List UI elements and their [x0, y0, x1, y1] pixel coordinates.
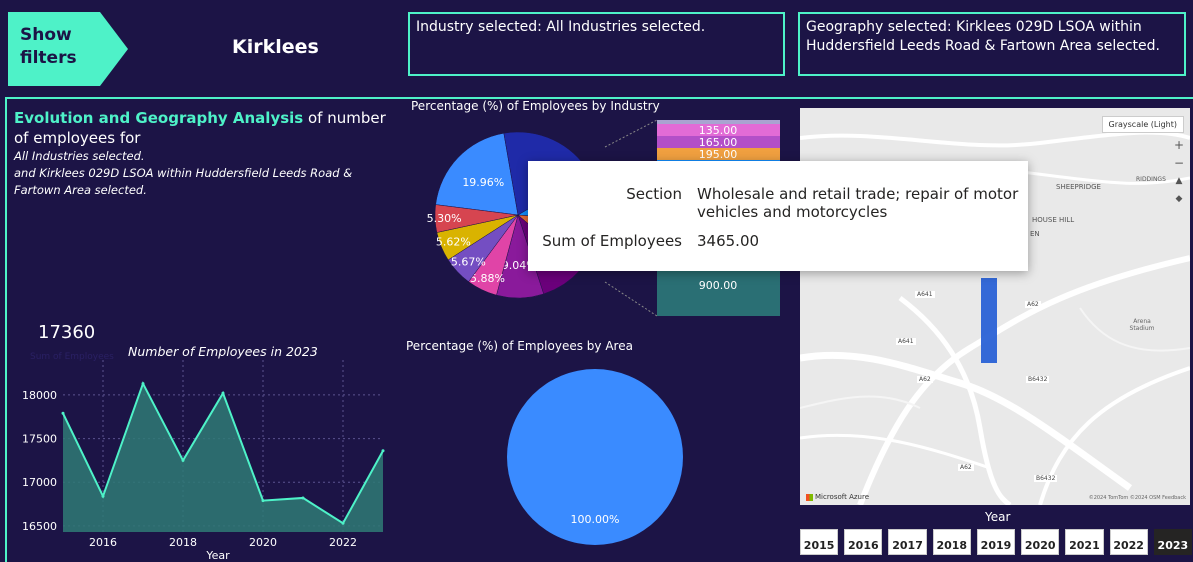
year-button-2021[interactable]: 2021 — [1065, 529, 1104, 555]
analysis-industry-line: All Industries selected. — [14, 149, 145, 163]
data-point — [61, 411, 65, 415]
year-slicer: 2015 2016 2017 2018 2019 2020 2021 2022 2023 — [800, 529, 1192, 555]
map-attribution: Microsoft Azure — [815, 493, 870, 501]
kpi-value: 17360 — [38, 322, 96, 343]
area-pie-chart[interactable]: 100.00% — [490, 365, 710, 561]
year-button-2023[interactable]: 2023 — [1153, 529, 1192, 555]
pie-data-label: 5.88% — [470, 272, 505, 285]
pie-data-label: 5.30% — [427, 212, 462, 225]
tooltip-section-key: Section — [626, 185, 682, 203]
x-tick-label: 2022 — [329, 536, 357, 549]
year-button-2015[interactable]: 2015 — [800, 529, 839, 555]
map-label-a62-1: A62 — [1025, 301, 1041, 308]
data-point — [261, 499, 265, 503]
area-fill — [63, 383, 383, 532]
microsoft-azure-logo: Microsoft Azure — [806, 493, 869, 501]
map-label-a641: A641 — [915, 291, 935, 298]
map-label-a62-2: A62 — [917, 376, 933, 383]
pie-data-label: 19.96% — [462, 176, 504, 189]
pie-data-label: 100.00% — [571, 513, 620, 526]
zoom-out-icon[interactable]: − — [1172, 154, 1186, 172]
map-label-sheepridge: SHEEPRIDGE — [1056, 183, 1101, 191]
zoom-in-icon[interactable]: + — [1172, 136, 1186, 154]
line-chart-title: Number of Employees in 2023 — [128, 344, 318, 359]
year-button-2016[interactable]: 2016 — [844, 529, 883, 555]
map-style-button[interactable]: Grayscale (Light) — [1101, 116, 1184, 133]
year-slicer-title: Year — [985, 510, 1011, 524]
connector-line — [604, 119, 658, 148]
map-label-b6432: B6432 — [1026, 376, 1050, 383]
show-filters-button[interactable]: Show filters — [8, 12, 128, 86]
tooltip-section-value-line1: Wholesale and retail trade; repair of mo… — [697, 185, 1019, 203]
year-button-2018[interactable]: 2018 — [932, 529, 971, 555]
map-label-riddings: RIDDINGS — [1136, 176, 1166, 183]
x-tick-label: 2018 — [169, 536, 197, 549]
y-tick-label: 17000 — [22, 476, 57, 489]
map-label-house-hill: HOUSE HILL — [1032, 216, 1075, 224]
stack-bar-label: 195.00 — [699, 148, 738, 161]
analysis-heading-highlight: Evolution and Geography Analysis — [14, 109, 304, 127]
map-zoom-controls: + − ▲ ◆ — [1172, 136, 1186, 208]
microsoft-icon — [806, 493, 813, 501]
x-axis-label: Year — [205, 549, 230, 562]
tooltip-sum-value: 3465.00 — [697, 232, 760, 250]
area-pie-title: Percentage (%) of Employees by Area — [406, 339, 633, 353]
employees-area-chart[interactable]: 16500 17000 17500 18000 2016 2018 2020 2022 Year — [8, 360, 398, 562]
map-style-label: Grayscale (Light) — [1108, 120, 1178, 129]
page-title: Kirklees — [232, 36, 319, 58]
geography-selected-card: Geography selected: Kirklees 029D LSOA w… — [798, 12, 1186, 76]
year-button-2020[interactable]: 2020 — [1021, 529, 1060, 555]
analysis-subtext: All Industries selected. and Kirklees 02… — [14, 148, 384, 199]
pie-data-label: 5.62% — [436, 236, 471, 249]
x-tick-label: 2016 — [89, 536, 117, 549]
rotate-icon[interactable]: ▲ — [1172, 172, 1186, 190]
analysis-geography-line: and Kirklees 029D LSOA within Huddersfie… — [14, 166, 353, 197]
map-label-a641-2: A641 — [896, 338, 916, 345]
year-button-2022[interactable]: 2022 — [1109, 529, 1148, 555]
industry-selected-text: Industry selected: All Industries select… — [416, 19, 706, 35]
tooltip-section-value: Wholesale and retail trade; repair of mo… — [697, 185, 1027, 221]
geography-selected-text: Geography selected: Kirklees 029D LSOA w… — [806, 19, 1160, 54]
data-point — [181, 458, 185, 462]
tooltip-section-value-line2: vehicles and motorcycles — [697, 203, 888, 221]
connector-line — [604, 281, 658, 317]
industry-selected-card: Industry selected: All Industries select… — [408, 12, 785, 76]
tooltip-sum-key: Sum of Employees — [542, 232, 682, 250]
year-button-2019[interactable]: 2019 — [976, 529, 1016, 555]
chart-tooltip: Section Wholesale and retail trade; repa… — [528, 161, 1028, 271]
map-label-en: EN — [1030, 230, 1040, 238]
data-point — [341, 521, 345, 525]
stack-bar-label: 900.00 — [699, 279, 738, 292]
data-point — [221, 391, 225, 395]
data-point — [301, 496, 305, 500]
y-tick-label: 18000 — [22, 389, 57, 402]
analysis-heading: Evolution and Geography Analysis of numb… — [14, 108, 394, 148]
x-tick-label: 2020 — [249, 536, 277, 549]
map-label-b6432-2: B6432 — [1034, 475, 1058, 482]
y-tick-label: 17500 — [22, 433, 57, 446]
y-tick-label: 16500 — [22, 520, 57, 533]
map-label-stadium: Arena Stadium — [1129, 318, 1155, 332]
pie-slice — [435, 132, 519, 216]
industry-pie-title: Percentage (%) of Employees by Industry — [411, 99, 660, 113]
show-filters-label: Show filters — [20, 25, 77, 68]
data-point — [101, 494, 105, 498]
pie-data-label: 5.67% — [451, 255, 486, 268]
data-point — [141, 382, 145, 386]
map-credit[interactable]: ©2024 TomTom ©2024 OSM Feedback — [1089, 495, 1186, 501]
data-point — [381, 449, 385, 453]
map-label-a62-3: A62 — [958, 464, 974, 471]
year-button-2017[interactable]: 2017 — [888, 529, 927, 555]
compass-icon[interactable]: ◆ — [1172, 190, 1186, 208]
